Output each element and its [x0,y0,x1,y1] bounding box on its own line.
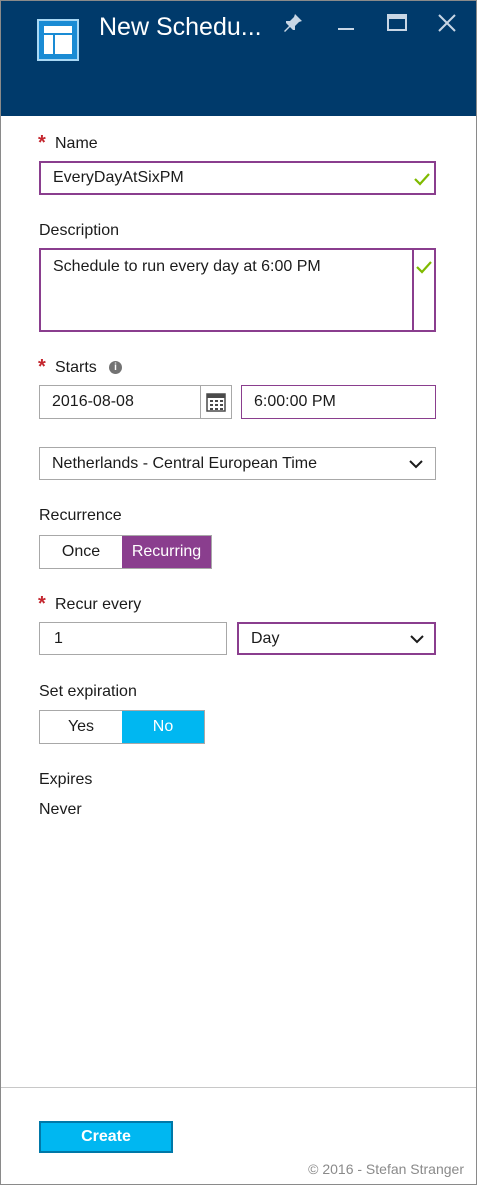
recur-every-unit-select[interactable]: Day [237,622,436,655]
calendar-icon [206,393,226,412]
recurrence-label: Recurrence [39,507,122,524]
name-label: Name [55,135,98,152]
recur-every-interval-input[interactable]: 1 [39,622,227,655]
description-valid-check-icon [416,261,432,274]
description-textarea[interactable]: Schedule to run every day at 6:00 PM [39,248,436,332]
set-expiration-label: Set expiration [39,683,137,700]
expires-value: Never [39,801,82,818]
description-scroll-divider [412,250,414,330]
maximize-icon[interactable] [385,11,409,35]
start-time-value: 6:00:00 PM [254,393,336,410]
recurrence-once-option[interactable]: Once [40,536,122,568]
expiration-yes-option[interactable]: Yes [40,711,122,743]
name-input[interactable]: EveryDayAtSixPM [39,161,436,195]
pin-icon[interactable] [281,11,305,35]
blade-title: New Schedu... [99,13,262,41]
recurrence-recurring-option[interactable]: Recurring [122,536,211,568]
recur-every-label: Recur every [55,596,142,613]
footer-divider [1,1087,476,1088]
minimize-icon[interactable] [334,11,358,35]
timezone-value: Netherlands - Central European Time [52,454,318,472]
description-value: Schedule to run every day at 6:00 PM [53,258,321,275]
timezone-select[interactable]: Netherlands - Central European Time [39,447,436,480]
copyright-text: © 2016 - Stefan Stranger [308,1161,464,1177]
date-picker-button[interactable] [200,386,231,418]
recur-every-required-mark: * [38,593,46,615]
description-label: Description [39,222,120,239]
chevron-down-icon [410,635,424,644]
new-schedule-blade: New Schedu... * Name EveryDayAtSixPM Des… [0,0,477,1185]
recurrence-toggle: Once Recurring [39,535,212,569]
name-value: EveryDayAtSixPM [53,169,184,186]
chevron-down-icon [409,460,423,469]
start-date-value: 2016-08-08 [52,393,134,410]
create-button[interactable]: Create [39,1121,173,1153]
schedule-blade-icon [37,19,79,61]
expires-label: Expires [39,771,93,788]
name-required-mark: * [38,132,46,154]
expiration-no-option[interactable]: No [122,711,204,743]
recur-every-interval-value: 1 [54,629,63,647]
starts-required-mark: * [38,356,46,378]
starts-label: Starts [55,359,97,376]
expiration-toggle: Yes No [39,710,205,744]
name-valid-check-icon [414,173,430,186]
close-icon[interactable] [435,11,459,35]
recur-every-unit-value: Day [251,629,280,647]
info-icon[interactable]: i [109,361,122,374]
info-icon-glyph: i [114,362,117,373]
blade-header: New Schedu... [1,1,476,116]
start-time-input[interactable]: 6:00:00 PM [241,385,436,419]
start-date-input[interactable]: 2016-08-08 [39,385,232,419]
